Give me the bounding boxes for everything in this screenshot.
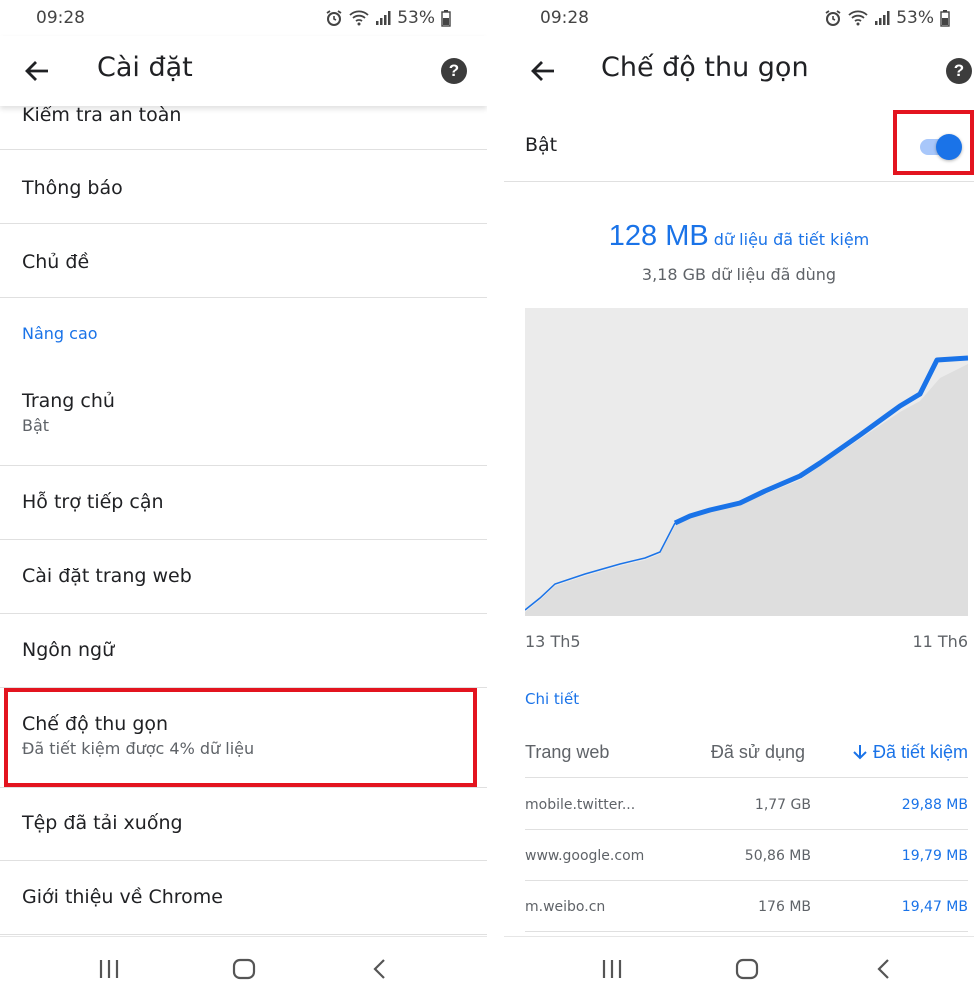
list-item-label: Tệp đã tải xuống — [22, 812, 183, 834]
page-title: Chế độ thu gọn — [601, 52, 809, 83]
app-bar: Cài đặt ? — [0, 36, 487, 106]
status-icons: 53% — [325, 8, 451, 28]
lite-mode-toggle-row[interactable]: Bật — [504, 110, 974, 182]
used-cell: 176 MB — [758, 899, 811, 915]
saved-cell: 19,47 MB — [901, 899, 968, 915]
battery-icon — [940, 10, 950, 27]
status-bar: 09:28 53% — [0, 0, 487, 36]
column-site[interactable]: Trang web — [525, 742, 609, 763]
saved-text: dữ liệu đã tiết kiệm — [713, 230, 870, 249]
section-advanced: Nâng cao — [0, 298, 487, 372]
status-icons: 53% — [824, 8, 950, 28]
alarm-icon — [326, 10, 342, 26]
alarm-icon — [825, 10, 841, 26]
list-item-label: Chế độ thu gọn — [22, 713, 169, 735]
status-time: 09:28 — [540, 8, 589, 28]
toggle-label: Bật — [525, 134, 558, 156]
back-nav-icon[interactable] — [366, 955, 394, 983]
data-saved-summary: 128 MB dữ liệu đã tiết kiệm — [504, 220, 974, 253]
list-item-accessibility[interactable]: Hỗ trợ tiếp cận — [0, 466, 487, 540]
arrow-down-icon — [853, 745, 867, 760]
status-time: 09:28 — [36, 8, 85, 28]
table-row[interactable]: mobile.twitter... 1,77 GB 29,88 MB — [525, 779, 968, 830]
used-cell: 1,77 GB — [754, 797, 811, 813]
list-item-downloads[interactable]: Tệp đã tải xuống — [0, 788, 487, 861]
saved-cell: 29,88 MB — [901, 797, 968, 813]
screen-gutter — [487, 0, 504, 1000]
wifi-icon — [349, 10, 369, 26]
list-item-homepage[interactable]: Trang chủ Bật — [0, 372, 487, 466]
system-nav-bar — [0, 936, 487, 1000]
data-savings-chart — [525, 308, 968, 616]
switch-knob — [936, 134, 962, 160]
signal-icon — [875, 11, 890, 25]
list-item-label: Giới thiệu về Chrome — [22, 886, 223, 908]
chart-start-label: 13 Th5 — [525, 632, 581, 651]
lite-mode-screen: 09:28 53% Chế độ thu gọn ? Bật 128 MB dữ… — [504, 0, 974, 1000]
back-arrow-icon[interactable] — [528, 56, 558, 86]
back-nav-icon[interactable] — [870, 955, 898, 983]
home-icon[interactable] — [733, 955, 761, 983]
battery-percent: 53% — [896, 8, 934, 28]
list-item-label: Thông báo — [22, 177, 123, 199]
column-saved[interactable]: Đã tiết kiệm — [853, 742, 968, 763]
lite-mode-switch[interactable] — [918, 134, 962, 160]
list-item-label: Cài đặt trang web — [22, 565, 192, 587]
list-item-about-chrome[interactable]: Giới thiệu về Chrome — [0, 861, 487, 935]
saved-cell: 19,79 MB — [901, 848, 968, 864]
saved-amount: 128 MB — [608, 220, 709, 252]
app-bar: Chế độ thu gọn ? — [504, 36, 974, 106]
wifi-icon — [848, 10, 868, 26]
signal-icon — [376, 11, 391, 25]
site-cell: mobile.twitter... — [525, 797, 636, 813]
list-item-subtitle: Bật — [22, 416, 50, 435]
battery-icon — [441, 10, 451, 27]
data-used-summary: 3,18 GB dữ liệu đã dùng — [641, 265, 837, 284]
list-item-label: Kiểm tra an toàn — [22, 104, 182, 126]
help-icon[interactable]: ? — [946, 58, 972, 84]
settings-screen: 09:28 53% Cài đặt ? Kiểm tra an toàn Thô… — [0, 0, 487, 1000]
details-header: Chi tiết — [525, 690, 580, 708]
recent-apps-icon[interactable] — [598, 955, 626, 983]
column-used[interactable]: Đã sử dụng — [711, 742, 805, 763]
section-header: Nâng cao — [22, 324, 98, 343]
list-item-notifications[interactable]: Thông báo — [0, 150, 487, 224]
home-icon[interactable] — [230, 955, 258, 983]
list-item-site-settings[interactable]: Cài đặt trang web — [0, 540, 487, 614]
list-item-label: Hỗ trợ tiếp cận — [22, 491, 164, 513]
list-item-label: Ngôn ngữ — [22, 639, 115, 661]
system-nav-bar — [504, 936, 974, 1000]
table-row[interactable]: m.weibo.cn 176 MB 19,47 MB — [525, 881, 968, 932]
table-row[interactable]: www.google.com 50,86 MB 19,79 MB — [525, 830, 968, 881]
used-cell: 50,86 MB — [744, 848, 811, 864]
site-cell: www.google.com — [525, 848, 645, 864]
list-item-label: Chủ đề — [22, 251, 90, 273]
battery-percent: 53% — [397, 8, 435, 28]
list-item-themes[interactable]: Chủ đề — [0, 224, 487, 298]
recent-apps-icon[interactable] — [95, 955, 123, 983]
page-title: Cài đặt — [97, 52, 193, 83]
list-item-languages[interactable]: Ngôn ngữ — [0, 614, 487, 688]
help-icon[interactable]: ? — [441, 58, 467, 84]
settings-list: Kiểm tra an toàn Thông báo Chủ đề Nâng c… — [0, 96, 487, 935]
list-item-lite-mode[interactable]: Chế độ thu gọn Đã tiết kiệm được 4% dữ l… — [0, 688, 487, 788]
back-arrow-icon[interactable] — [22, 56, 52, 86]
status-bar: 09:28 53% — [504, 0, 974, 36]
site-cell: m.weibo.cn — [525, 899, 606, 915]
table-header: Trang web Đã sử dụng Đã tiết kiệm — [525, 738, 968, 778]
chart-end-label: 11 Th6 — [912, 632, 968, 651]
column-saved-label: Đã tiết kiệm — [872, 742, 968, 762]
list-item-subtitle: Đã tiết kiệm được 4% dữ liệu — [22, 739, 255, 758]
list-item-label: Trang chủ — [22, 390, 115, 412]
